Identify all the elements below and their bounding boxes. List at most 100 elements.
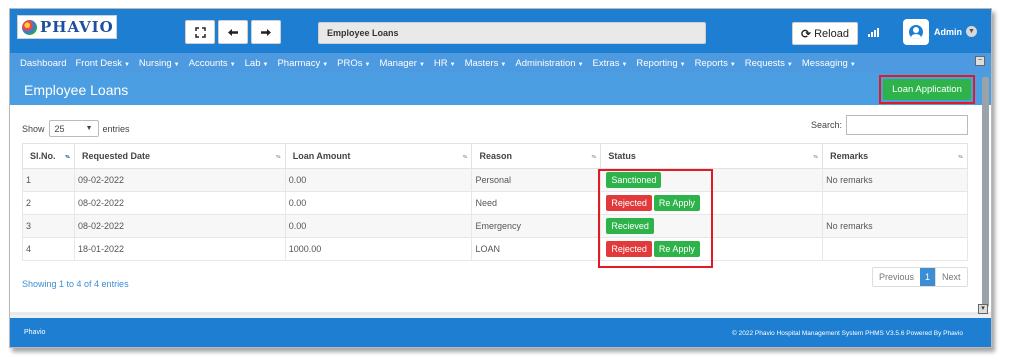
nav-item-label: Administration [515,57,576,69]
footer-brand: Phavio [24,329,46,336]
sort-icon: ▾▴ [957,154,963,160]
footer: Phavio © 2022 Phavio Hospital Management… [10,318,991,347]
rejected-badge: Rejected [606,195,652,211]
nav-item-label: Masters [464,57,499,69]
nav-item-lab[interactable]: Lab ▼ [245,58,269,69]
column-header-label: Requested Date [81,151,150,161]
cell-remarks [822,237,968,261]
nav-item-label: Requests [744,57,785,69]
nav-item-dashboard[interactable]: Dashboard [20,58,66,69]
nav-item-reports[interactable]: Reports ▼ [695,58,736,69]
nav-item-masters[interactable]: Masters ▼ [465,58,507,69]
nav-item-messaging[interactable]: Messaging ▼ [802,58,856,69]
page-length-control: Show 25 ▼ entries [22,120,130,137]
loan-application-button[interactable]: Loan Application [883,79,971,100]
avatar[interactable] [903,19,929,45]
show-label: Show [22,123,45,134]
nav-item-label: Messaging [801,57,848,69]
column-header-loan-amount[interactable]: Loan Amount ▾▴ [284,143,473,169]
chevron-down-icon: ▼ [85,125,93,132]
nav-item-accounts[interactable]: Accounts ▼ [189,58,236,69]
nav-item-extras[interactable]: Extras ▼ [593,58,628,69]
back-button[interactable] [218,20,248,44]
forward-button[interactable] [251,20,281,44]
cell-sl: 2 [22,191,75,215]
caret-down-icon: ▼ [621,61,628,68]
column-header-sl-no[interactable]: Sl.No. ▾▴ [22,143,75,169]
caret-down-icon: ▼ [364,61,371,68]
fullscreen-button[interactable] [185,20,215,44]
cell-reason: Emergency [471,214,602,238]
reload-label: Reload [814,27,849,40]
caret-down-icon: ▼ [679,61,686,68]
table-row: 4 18-01-2022 1000.00 LOAN Rejected Re Apply [22,237,968,261]
previous-button[interactable]: Previous [873,268,920,286]
nav-item-pros[interactable]: PROs ▼ [337,58,370,69]
next-button[interactable]: Next [935,268,967,286]
page-title: Employee Loans [24,82,129,98]
nav-item-manager[interactable]: Manager ▼ [379,58,424,69]
search-label: Search: [811,120,843,130]
chevron-down-icon[interactable]: ▼ [966,26,977,37]
caret-down-icon: ▼ [500,61,507,68]
cell-sl: 3 [22,214,75,238]
reload-button[interactable]: ⟳ Reload [792,22,858,45]
cell-date: 18-01-2022 [73,237,286,261]
cell-sl: 1 [22,168,75,192]
nav-item-label: Reporting [636,57,678,69]
column-header-label: Reason [479,151,512,161]
arrow-left-icon [228,28,238,36]
logo[interactable]: PHAVIO [17,15,117,39]
cell-remarks [822,191,968,215]
nav-item-hr[interactable]: HR ▼ [434,58,456,69]
page-title-box: Employee Loans [318,22,706,44]
caret-down-icon: ▼ [173,61,180,68]
caret-down-icon: ▼ [449,61,456,68]
vertical-scrollbar[interactable] [982,77,989,307]
column-header-reason[interactable]: Reason ▾▴ [471,143,602,169]
highlight-outline: Loan Application [879,75,975,104]
nav-item-front-desk[interactable]: Front Desk ▼ [75,58,129,69]
sanctioned-badge: Sanctioned [606,172,662,188]
page-1-button[interactable]: 1 [920,268,936,286]
column-header-label: Loan Amount [292,151,351,161]
nav-item-requests[interactable]: Requests ▼ [745,58,793,69]
page-header: Employee Loans Loan Application [10,73,991,105]
nav-item-reporting[interactable]: Reporting ▼ [636,58,685,69]
entries-select[interactable]: 25 ▼ [48,120,99,137]
search-control: Search: [811,115,969,135]
sort-icon: ▾▴ [591,154,596,160]
top-bar: PHAVIO Employee Loans ⟳ Reload Admin ▼ [10,9,991,53]
column-header-label: Sl.No. [30,151,56,161]
cell-reason: Need [471,191,602,215]
scroll-down-icon[interactable]: ▾ [978,304,988,314]
nav-item-pharmacy[interactable]: Pharmacy ▼ [277,58,328,69]
column-header-requested-date[interactable]: Requested Date ▾▴ [73,143,286,169]
content-panel: Show 25 ▼ entries Search: Sl.No. ▾▴ Reques… [10,105,991,315]
caret-down-icon: ▼ [729,61,736,68]
sort-icon: ▾▴ [813,154,818,160]
nav-item-nursing[interactable]: Nursing ▼ [139,58,180,69]
cell-amount: 0.00 [284,214,473,238]
column-header-status[interactable]: Status ▾▴ [600,143,824,169]
cell-status: Recieved [600,214,824,238]
user-icon [909,25,923,39]
nav-item-administration[interactable]: Administration ▼ [515,58,583,69]
caret-down-icon: ▼ [229,61,236,68]
re-apply-button[interactable]: Re Apply [653,241,700,257]
user-name[interactable]: Admin [934,27,962,37]
entries-value: 25 [54,123,65,134]
cell-amount: 0.00 [284,191,473,215]
refresh-icon: ⟳ [801,26,812,41]
cell-reason: Personal [471,168,602,192]
re-apply-button[interactable]: Re Apply [653,195,700,211]
arrow-right-icon [261,28,271,36]
collapse-icon[interactable]: − [975,56,985,66]
column-header-remarks[interactable]: Remarks ▾▴ [822,143,968,169]
signal-icon [868,27,882,37]
search-input[interactable] [846,115,969,135]
caret-down-icon: ▼ [418,61,425,68]
cell-status: Rejected Re Apply [600,191,824,215]
caret-down-icon: ▼ [849,61,856,68]
cell-date: 09-02-2022 [73,168,286,192]
